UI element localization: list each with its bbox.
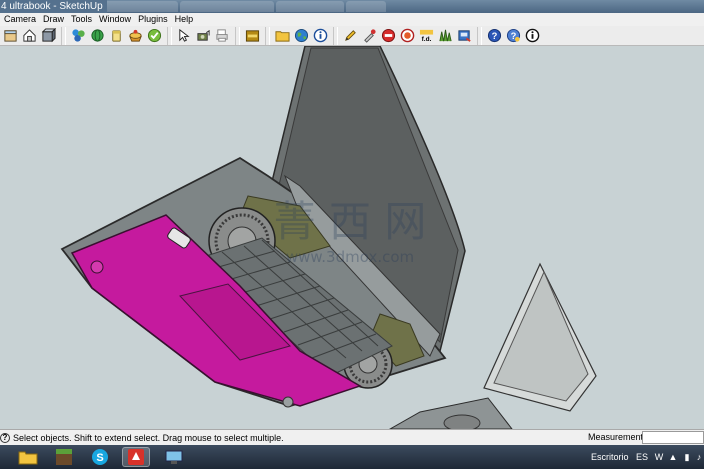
- background-tab[interactable]: [96, 1, 178, 12]
- taskbar: S Escritorio ES W ▲ ▮ ♪: [0, 445, 704, 469]
- svg-text:?: ?: [491, 31, 497, 41]
- folder-icon[interactable]: [273, 27, 291, 45]
- pencil-icon[interactable]: [341, 27, 359, 45]
- measurements-label: Measurements: [588, 432, 648, 442]
- info-icon[interactable]: [311, 27, 329, 45]
- grass-icon[interactable]: [436, 27, 454, 45]
- globe-icon[interactable]: [88, 27, 106, 45]
- rubber-foot: [90, 260, 104, 274]
- menu-draw[interactable]: Draw: [39, 13, 67, 26]
- screen-icon[interactable]: [160, 447, 188, 467]
- toolbar-separator: [61, 26, 66, 45]
- menu-camera[interactable]: Camera: [0, 13, 39, 26]
- menu-plugins[interactable]: Plugins: [134, 13, 171, 26]
- fire-icon[interactable]: [243, 27, 261, 45]
- title-bar: 4 ultrabook - SketchUp: [0, 0, 704, 13]
- toolbar-separator: [477, 26, 482, 45]
- skype-icon[interactable]: S: [86, 447, 114, 467]
- cake-icon[interactable]: [126, 27, 144, 45]
- watermark-logo: 菁 西 网: [274, 197, 427, 246]
- background-tab[interactable]: [276, 1, 344, 12]
- measurements-input[interactable]: [642, 431, 704, 444]
- background-tab[interactable]: [180, 1, 274, 12]
- toolbar-separator: [167, 26, 172, 45]
- print-icon[interactable]: [213, 27, 231, 45]
- volume-icon[interactable]: ♪: [694, 452, 704, 462]
- status-message: Select objects. Shift to extend select. …: [13, 432, 284, 443]
- layers-icon[interactable]: [398, 27, 416, 45]
- laptop2-fan: [443, 414, 481, 429]
- menu-window[interactable]: Window: [95, 13, 134, 26]
- earth-icon[interactable]: [292, 27, 310, 45]
- eyedropper-icon[interactable]: [360, 27, 378, 45]
- watermark-url: www.3dmox.com: [286, 248, 414, 266]
- menu-tools[interactable]: Tools: [67, 13, 95, 26]
- help-question-icon[interactable]: ?: [504, 27, 522, 45]
- svg-text:f.d.: f.d.: [421, 36, 431, 43]
- menu-help[interactable]: Help: [171, 13, 197, 26]
- sketchup-icon[interactable]: [122, 447, 150, 467]
- toolbar-separator: [265, 26, 270, 45]
- toolbar: f.d. ? ?: [0, 26, 704, 46]
- window-title: 4 ultrabook - SketchUp: [0, 0, 107, 13]
- status-bar: ? Select objects. Shift to extend select…: [0, 429, 704, 445]
- export-icon[interactable]: [455, 27, 473, 45]
- svg-text:S: S: [96, 452, 103, 464]
- background-tab[interactable]: [346, 1, 386, 12]
- paint-bucket-icon[interactable]: [107, 27, 125, 45]
- word-icon[interactable]: W: [654, 452, 664, 462]
- rubber-foot: [282, 396, 294, 408]
- home-view-icon[interactable]: [20, 27, 38, 45]
- tray-language[interactable]: ES: [636, 452, 648, 462]
- network-icon[interactable]: ▮: [682, 452, 692, 462]
- front-view-icon[interactable]: [1, 27, 19, 45]
- tray-desktop-label[interactable]: Escritorio: [591, 452, 629, 462]
- status-help-icon[interactable]: ?: [0, 432, 10, 443]
- check-icon[interactable]: [145, 27, 163, 45]
- help-icon[interactable]: ?: [485, 27, 503, 45]
- about-icon[interactable]: [523, 27, 541, 45]
- toolbar-separator: [235, 26, 240, 45]
- signal-icon[interactable]: ▲: [668, 452, 678, 462]
- laptop-model: 菁 西 网 www.3dmox.com: [60, 46, 597, 429]
- select-arrow-icon[interactable]: [175, 27, 193, 45]
- shaded-box-icon[interactable]: [39, 27, 57, 45]
- minecraft-icon[interactable]: [50, 447, 78, 467]
- no-entry-icon[interactable]: [379, 27, 397, 45]
- fd-icon[interactable]: f.d.: [417, 27, 435, 45]
- components-icon[interactable]: [69, 27, 87, 45]
- toolbar-separator: [333, 26, 338, 45]
- file-explorer-icon[interactable]: [14, 447, 42, 467]
- camera-icon[interactable]: [194, 27, 212, 45]
- viewport-canvas[interactable]: 菁 西 网 www.3dmox.com: [0, 46, 704, 429]
- menu-bar: Camera Draw Tools Window Plugins Help: [0, 13, 704, 26]
